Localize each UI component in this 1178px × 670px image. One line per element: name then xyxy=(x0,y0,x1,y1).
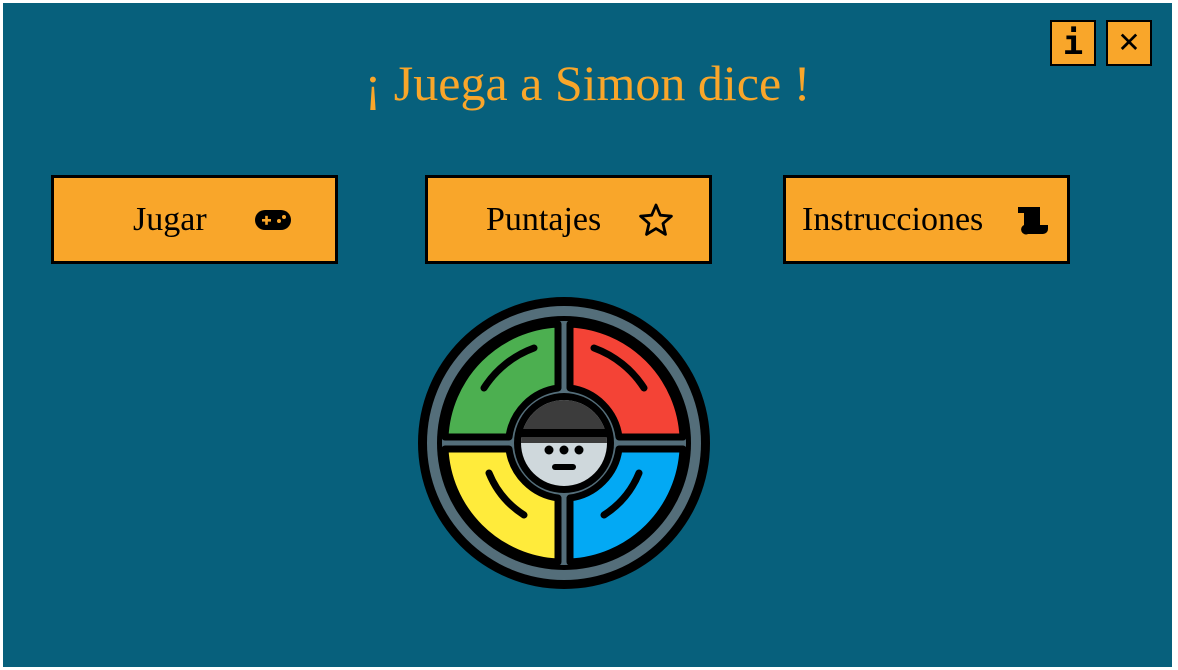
instructions-button[interactable]: Instrucciones xyxy=(783,175,1070,264)
simon-game-icon xyxy=(414,293,714,593)
scores-button-label: Puntajes xyxy=(486,201,602,238)
close-icon: ✕ xyxy=(1117,26,1141,59)
app-window: ¡ Juega a Simon dice ! i ✕ Jugar Puntaje… xyxy=(3,3,1172,667)
scroll-icon xyxy=(1012,200,1052,240)
page-title: ¡ Juega a Simon dice ! xyxy=(364,55,811,111)
play-button-label: Jugar xyxy=(133,201,207,238)
scores-button[interactable]: Puntajes xyxy=(425,175,712,264)
close-button[interactable]: ✕ xyxy=(1106,20,1152,66)
info-icon: i xyxy=(1062,23,1084,63)
info-button[interactable]: i xyxy=(1050,20,1096,66)
star-icon xyxy=(636,200,676,240)
gamepad-icon xyxy=(253,200,293,240)
instructions-button-label: Instrucciones xyxy=(802,201,984,238)
play-button[interactable]: Jugar xyxy=(51,175,338,264)
